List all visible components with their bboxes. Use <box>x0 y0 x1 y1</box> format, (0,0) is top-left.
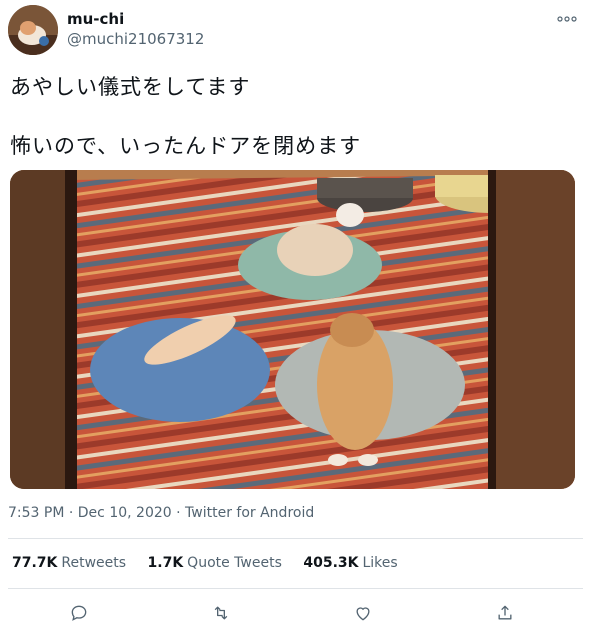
retweets-count: 77.7K <box>12 555 58 571</box>
more-horizontal-icon[interactable] <box>555 12 579 26</box>
tweet-text-line2: 怖いので、いったんドアを閉めます <box>10 134 362 158</box>
tweet-source-link[interactable]: Twitter for Android <box>185 505 314 521</box>
likes-stat[interactable]: 405.3K Likes <box>303 555 397 571</box>
retweet-icon[interactable] <box>210 602 232 624</box>
divider <box>8 588 583 589</box>
quote-tweets-count: 1.7K <box>147 555 184 571</box>
quote-tweets-label: Quote Tweets <box>187 555 282 571</box>
divider <box>8 538 583 539</box>
user-handle[interactable]: @muchi21067312 <box>67 30 204 48</box>
tweet-media-video[interactable] <box>10 170 575 489</box>
retweets-stat[interactable]: 77.7K Retweets <box>12 555 126 571</box>
quote-tweets-stat[interactable]: 1.7K Quote Tweets <box>148 555 282 571</box>
likes-label: Likes <box>362 555 398 571</box>
engagement-stats: 77.7K Retweets 1.7K Quote Tweets 405.3K Lik… <box>12 555 415 571</box>
reply-icon[interactable] <box>68 602 90 624</box>
retweets-label: Retweets <box>61 555 127 571</box>
avatar[interactable] <box>8 5 58 55</box>
timestamp-row: 7:53 PM · Dec 10, 2020 · Twitter for And… <box>8 505 314 521</box>
tweet-text-line1: あやしい儀式をしてます <box>10 75 251 99</box>
media-scene <box>10 170 575 489</box>
separator-dot: · <box>176 505 181 521</box>
tweet-date-link[interactable]: Dec 10, 2020 <box>78 505 172 521</box>
display-name[interactable]: mu-chi <box>67 10 124 28</box>
likes-count: 405.3K <box>303 555 359 571</box>
separator-dot: · <box>68 505 74 521</box>
tweet-time-link[interactable]: 7:53 PM <box>8 505 64 521</box>
like-icon[interactable] <box>352 602 374 624</box>
share-icon[interactable] <box>494 602 516 624</box>
